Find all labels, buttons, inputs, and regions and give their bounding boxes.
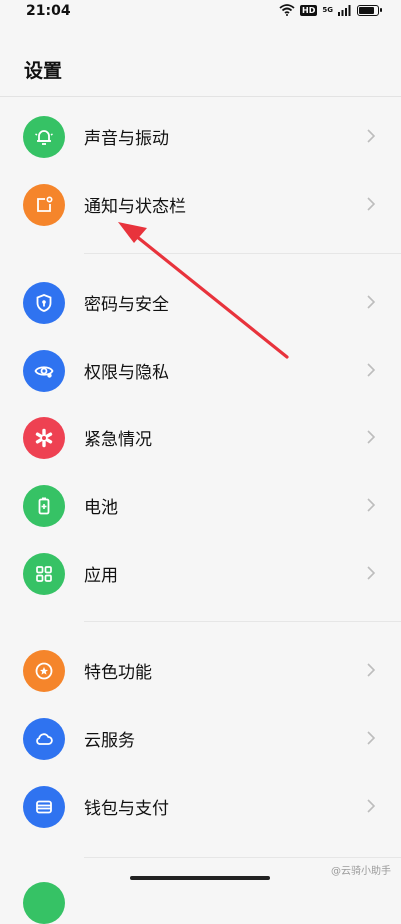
home-indicator[interactable] — [130, 876, 270, 880]
wallet-icon — [23, 786, 65, 828]
chevron-right-icon — [367, 430, 376, 444]
settings-item-sound-vibration[interactable]: 声音与振动 — [0, 106, 401, 168]
network-type-label: 5G — [322, 6, 333, 14]
chevron-right-icon — [367, 295, 376, 309]
chevron-right-icon — [367, 498, 376, 512]
hd-badge: HD — [300, 4, 318, 16]
permissions-privacy-label: 权限与隐私 — [84, 363, 169, 383]
page-title: 设置 — [24, 60, 63, 82]
chevron-right-icon — [367, 566, 376, 580]
watermark: @云骑小助手 — [331, 866, 391, 877]
settings-item-emergency[interactable]: 紧急情况 — [0, 407, 401, 469]
password-security-label: 密码与安全 — [84, 295, 169, 315]
eye-icon — [23, 350, 65, 392]
wifi-icon — [279, 4, 295, 16]
status-bar: 21:04 HD 5G — [0, 0, 401, 24]
settings-item-password-security[interactable]: 密码与安全 — [0, 272, 401, 334]
cloud-service-label: 云服务 — [84, 731, 135, 751]
cloud-icon — [23, 718, 65, 760]
settings-item-notification-statusbar[interactable]: 通知与状态栏 — [0, 174, 401, 236]
star-icon — [23, 650, 65, 692]
emergency-label: 紧急情况 — [84, 430, 152, 450]
chevron-right-icon — [367, 663, 376, 677]
special-features-label: 特色功能 — [84, 663, 152, 683]
apps-label: 应用 — [84, 566, 118, 586]
bell-icon — [23, 116, 65, 158]
battery-label: 电池 — [84, 498, 118, 518]
status-time: 21:04 — [26, 3, 71, 19]
battery-status-icon — [357, 4, 382, 16]
shield-icon — [23, 282, 65, 324]
settings-item-special-features[interactable]: 特色功能 — [0, 640, 401, 702]
sound-vibration-label: 声音与振动 — [84, 129, 169, 149]
settings-item-battery[interactable]: 电池 — [0, 475, 401, 537]
notification-icon — [23, 184, 65, 226]
notification-statusbar-label: 通知与状态栏 — [84, 197, 186, 217]
status-icons: HD 5G — [279, 4, 382, 16]
group-divider — [84, 253, 401, 254]
chevron-right-icon — [367, 363, 376, 377]
settings-item-permissions-privacy[interactable]: 权限与隐私 — [0, 340, 401, 402]
chevron-right-icon — [367, 799, 376, 813]
wallet-payment-label: 钱包与支付 — [84, 799, 169, 819]
battery-level-fill — [359, 6, 374, 14]
signal-icon — [338, 4, 351, 16]
chevron-right-icon — [367, 129, 376, 143]
asterisk-icon — [23, 417, 65, 459]
battery-icon — [23, 485, 65, 527]
apps-grid-icon — [23, 553, 65, 595]
settings-item-apps[interactable]: 应用 — [0, 543, 401, 605]
partial-settings-icon — [23, 882, 65, 924]
group-divider — [84, 857, 401, 858]
settings-item-cloud-service[interactable]: 云服务 — [0, 708, 401, 770]
settings-item-wallet-payment[interactable]: 钱包与支付 — [0, 776, 401, 838]
chevron-right-icon — [367, 197, 376, 211]
group-divider — [84, 621, 401, 622]
chevron-right-icon — [367, 731, 376, 745]
header-divider — [0, 96, 401, 97]
